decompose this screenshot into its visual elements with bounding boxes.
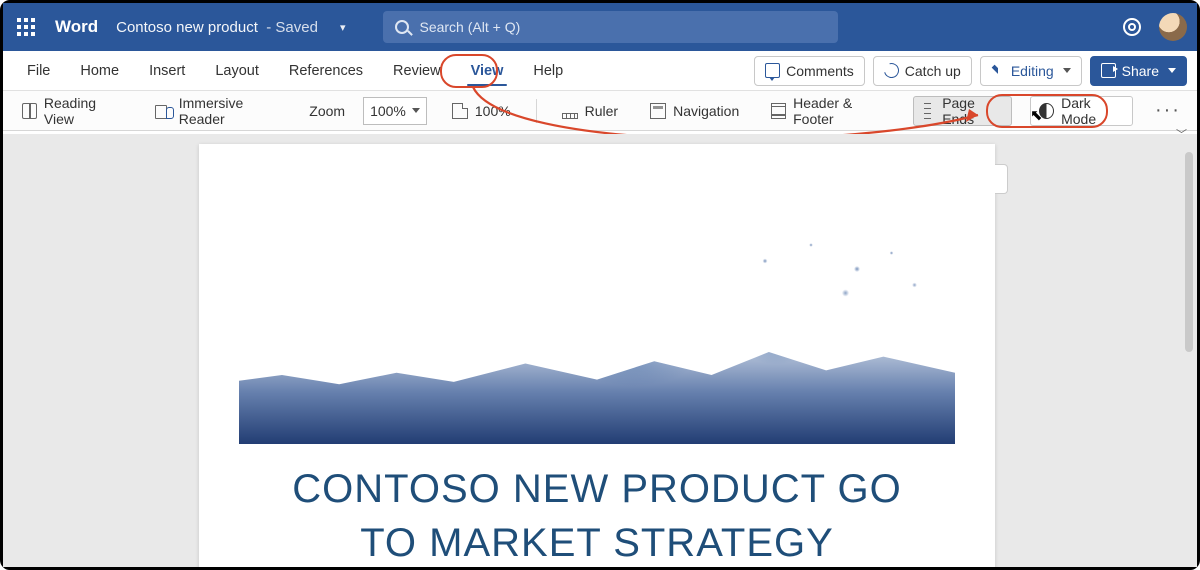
- page-ends-button[interactable]: Page Ends: [913, 96, 1012, 126]
- immersive-reader-icon: [155, 103, 172, 119]
- vertical-scrollbar[interactable]: [1185, 152, 1193, 352]
- user-avatar[interactable]: [1159, 13, 1187, 41]
- view-toolbar: Reading View Immersive Reader Zoom 100% …: [3, 91, 1197, 131]
- header-footer-label: Header & Footer: [793, 95, 888, 127]
- tab-references[interactable]: References: [275, 51, 377, 90]
- separator: [536, 99, 537, 123]
- dark-mode-button[interactable]: Dark Mode: [1030, 96, 1133, 126]
- search-icon: [395, 20, 409, 34]
- heading-line-1: CONTOSO NEW PRODUCT GO: [292, 467, 901, 511]
- document-title[interactable]: Contoso new product - Saved: [116, 19, 318, 36]
- page-ends-icon: [920, 103, 935, 119]
- tab-view[interactable]: View: [457, 51, 518, 90]
- document-name: Contoso new product: [116, 19, 258, 36]
- tab-insert[interactable]: Insert: [135, 51, 199, 90]
- dark-mode-icon: [1039, 103, 1054, 119]
- immersive-reader-button[interactable]: Immersive Reader: [148, 96, 291, 126]
- comments-label: Comments: [786, 63, 854, 79]
- titlebar: Word Contoso new product - Saved ▾ Searc…: [3, 3, 1197, 51]
- ruler-label: Ruler: [585, 103, 618, 119]
- page-ends-label: Page Ends: [942, 95, 1005, 127]
- tab-home[interactable]: Home: [66, 51, 133, 90]
- chevron-down-icon: [1168, 68, 1176, 73]
- tab-layout[interactable]: Layout: [201, 51, 273, 90]
- catch-up-button[interactable]: Catch up: [873, 56, 972, 86]
- heading-line-2: TO MARKET STRATEGY: [360, 521, 834, 565]
- pencil-icon: [988, 61, 1008, 81]
- header-footer-button[interactable]: Header & Footer: [764, 96, 895, 126]
- document-dropdown-icon[interactable]: ▾: [340, 21, 346, 34]
- chevron-down-icon: [412, 108, 420, 113]
- save-status: - Saved: [262, 19, 318, 36]
- zoom-value: 100%: [370, 103, 406, 119]
- comments-button[interactable]: Comments: [754, 56, 865, 86]
- reading-view-label: Reading View: [44, 95, 123, 127]
- search-placeholder: Search (Alt + Q): [419, 19, 520, 35]
- overflow-menu-button[interactable]: ···: [1151, 99, 1185, 122]
- app-launcher-icon[interactable]: [17, 18, 35, 36]
- share-label: Share: [1122, 63, 1159, 79]
- page-side-tab[interactable]: [995, 164, 1008, 194]
- ruler-button[interactable]: Ruler: [555, 96, 625, 126]
- page-icon: [452, 103, 468, 119]
- zoom-100-label: 100%: [475, 103, 511, 119]
- share-icon: [1101, 63, 1116, 78]
- tab-review[interactable]: Review: [379, 51, 455, 90]
- zoom-100-button[interactable]: 100%: [445, 96, 518, 126]
- document-heading[interactable]: CONTOSO NEW PRODUCT GO TO MARKET STRATEG…: [199, 462, 995, 567]
- tab-help[interactable]: Help: [519, 51, 577, 90]
- navigation-icon: [650, 103, 666, 119]
- reading-view-icon: [22, 103, 37, 119]
- zoom-label: Zoom: [309, 103, 345, 119]
- reading-view-button[interactable]: Reading View: [15, 96, 130, 126]
- chevron-down-icon: [1063, 68, 1071, 73]
- document-page[interactable]: CONTOSO NEW PRODUCT GO TO MARKET STRATEG…: [199, 144, 995, 567]
- zoom-select[interactable]: 100%: [363, 97, 427, 125]
- search-box[interactable]: Search (Alt + Q): [383, 11, 838, 43]
- ribbon-tabs: File Home Insert Layout References Revie…: [3, 51, 1197, 91]
- dark-mode-label: Dark Mode: [1061, 95, 1124, 127]
- settings-icon[interactable]: [1123, 18, 1141, 36]
- catch-up-label: Catch up: [905, 63, 961, 79]
- editing-mode-button[interactable]: Editing: [980, 56, 1082, 86]
- navigation-button[interactable]: Navigation: [643, 96, 746, 126]
- app-name: Word: [55, 17, 98, 37]
- catch-up-icon: [884, 63, 899, 78]
- immersive-reader-label: Immersive Reader: [179, 95, 285, 127]
- document-canvas: CONTOSO NEW PRODUCT GO TO MARKET STRATEG…: [3, 134, 1197, 567]
- ruler-icon: [562, 113, 578, 119]
- editing-label: Editing: [1011, 63, 1054, 79]
- comment-icon: [765, 63, 780, 78]
- share-button[interactable]: Share: [1090, 56, 1187, 86]
- header-footer-icon: [771, 103, 786, 119]
- tab-file[interactable]: File: [13, 51, 64, 90]
- navigation-label: Navigation: [673, 103, 739, 119]
